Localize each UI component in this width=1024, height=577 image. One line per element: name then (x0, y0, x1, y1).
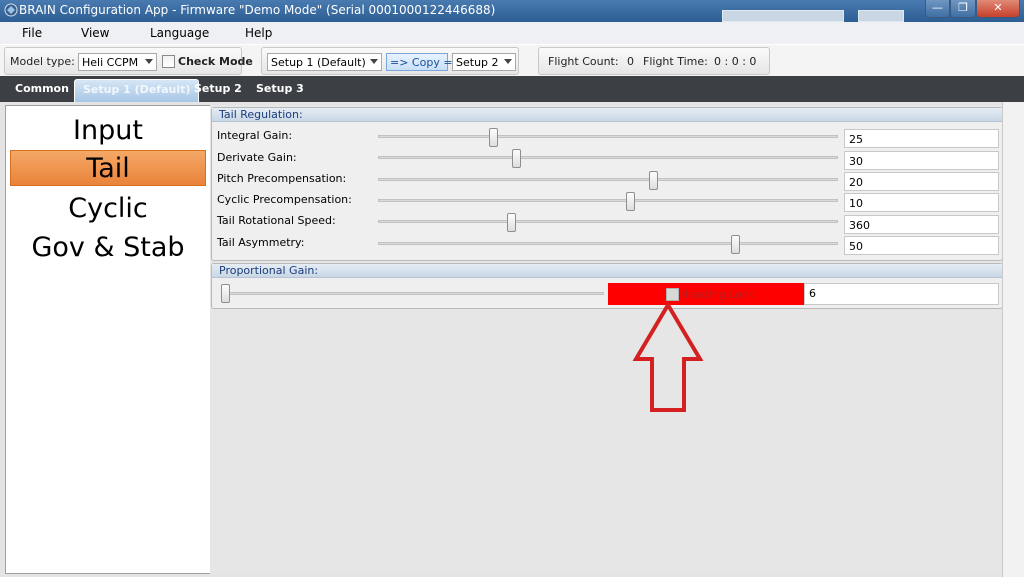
tab-setup-1[interactable]: Setup 1 (Default) (74, 79, 200, 102)
cyclic-precompensation-field[interactable]: 10 (844, 193, 999, 212)
cyclic-precompensation-label: Cyclic Precompensation: (217, 193, 352, 206)
pitch-precompensation-field[interactable]: 20 (844, 172, 999, 191)
check-mode-label: Check Mode (178, 55, 253, 68)
close-button[interactable]: ✕ (976, 0, 1020, 18)
menu-language[interactable]: Language (150, 26, 209, 40)
nav-item-tail[interactable]: Tail (10, 150, 206, 186)
tab-common[interactable]: Common (15, 82, 69, 95)
tail-asymmetry-field[interactable]: 50 (844, 236, 999, 255)
app-icon (4, 3, 18, 17)
window-title: BRAIN Configuration App - Firmware "Demo… (19, 3, 496, 17)
copy-button[interactable]: => Copy => (386, 53, 462, 71)
tail-asymmetry-slider-track (378, 242, 838, 245)
derivate-gain-slider-track (378, 156, 838, 159)
copy-group: Setup 1 (Default) => Copy => Setup 2 (261, 47, 519, 75)
tab-setup-3[interactable]: Setup 3 (256, 82, 304, 95)
nav-item-gov-stab[interactable]: Gov & Stab (10, 230, 206, 266)
setup-to-select[interactable]: Setup 2 (452, 53, 516, 71)
model-type-value: Heli CCPM (82, 56, 139, 69)
model-type-select[interactable]: Heli CCPM (78, 53, 157, 71)
settings-panel: Tail Regulation: Integral Gain: 25 Deriv… (210, 105, 1003, 574)
chevron-down-icon (145, 59, 153, 64)
cyclic-precompensation-slider[interactable] (626, 192, 635, 211)
title-bar-ghost (858, 10, 904, 22)
nav-item-input[interactable]: Input (10, 113, 206, 149)
annotation-arrow-icon (632, 302, 704, 412)
maximize-icon: ❐ (958, 1, 968, 14)
derivate-gain-field[interactable]: 30 (844, 151, 999, 170)
window-right-edge (1002, 102, 1024, 577)
derivate-gain-label: Derivate Gain: (217, 151, 297, 164)
model-group: Model type: Heli CCPM Check Mode (4, 47, 253, 75)
chevron-down-icon (370, 59, 378, 64)
toolbar: Model type: Heli CCPM Check Mode Setup 1… (0, 44, 1024, 76)
cyclic-precompensation-slider-track (378, 199, 838, 202)
proportional-gain-group: Proportional Gain: Heading Lock 6 (211, 263, 1003, 309)
tail-regulation-header: Tail Regulation: (212, 108, 1002, 122)
integral-gain-label: Integral Gain: (217, 129, 293, 142)
tail-asymmetry-slider[interactable] (731, 235, 740, 254)
close-icon: ✕ (993, 1, 1003, 14)
derivate-gain-slider[interactable] (512, 149, 521, 168)
pitch-precompensation-slider[interactable] (649, 171, 658, 190)
menu-file[interactable]: File (22, 26, 42, 40)
title-bar: BRAIN Configuration App - Firmware "Demo… (0, 0, 1024, 22)
setup-to-value: Setup 2 (456, 56, 499, 69)
maximize-button[interactable]: ❐ (950, 0, 976, 18)
proportional-gain-slider-track (224, 292, 604, 295)
flight-time-label: Flight Time: (643, 55, 708, 68)
tail-regulation-group: Tail Regulation: Integral Gain: 25 Deriv… (211, 107, 1003, 261)
integral-gain-slider[interactable] (489, 128, 498, 147)
setup-tabs: Common Setup 1 (Default) Setup 2 Setup 3 (0, 76, 1024, 102)
check-mode-checkbox[interactable] (162, 55, 175, 68)
model-type-label: Model type: (10, 55, 75, 68)
menu-bar: File View Language Help (0, 22, 1024, 44)
flight-stats-group: Flight Count: 0 Flight Time: 0 : 0 : 0 (538, 47, 770, 75)
minimize-button[interactable]: — (925, 0, 950, 18)
heading-lock-label: Heading Lock (680, 288, 755, 301)
integral-gain-field[interactable]: 25 (844, 129, 999, 148)
tail-rotational-speed-slider-track (378, 220, 838, 223)
setup-from-value: Setup 1 (Default) (271, 56, 366, 69)
menu-help[interactable]: Help (245, 26, 272, 40)
tail-asymmetry-label: Tail Asymmetry: (217, 236, 305, 249)
flight-count-label: Flight Count: (548, 55, 619, 68)
flight-count-value: 0 (627, 55, 634, 68)
left-nav: Input Tail Cyclic Gov & Stab (5, 105, 211, 574)
tail-rotational-speed-slider[interactable] (507, 213, 516, 232)
pitch-precompensation-slider-track (378, 178, 838, 181)
minimize-icon: — (932, 1, 943, 14)
tail-rotational-speed-label: Tail Rotational Speed: (217, 214, 336, 227)
setup-from-select[interactable]: Setup 1 (Default) (267, 53, 382, 71)
flight-time-value: 0 : 0 : 0 (714, 55, 757, 68)
content-area: Input Tail Cyclic Gov & Stab Tail Regula… (0, 102, 1024, 577)
proportional-gain-slider[interactable] (221, 284, 230, 303)
nav-item-cyclic[interactable]: Cyclic (10, 191, 206, 227)
chevron-down-icon (504, 59, 512, 64)
tail-rotational-speed-field[interactable]: 360 (844, 215, 999, 234)
copy-button-label: => Copy => (390, 56, 462, 69)
title-bar-ghost (722, 10, 844, 22)
proportional-gain-field[interactable]: 6 (804, 283, 999, 305)
pitch-precompensation-label: Pitch Precompensation: (217, 172, 347, 185)
integral-gain-slider-track (378, 135, 838, 138)
tab-setup-2[interactable]: Setup 2 (194, 82, 242, 95)
proportional-gain-header: Proportional Gain: (212, 264, 1002, 278)
heading-lock-checkbox[interactable] (666, 288, 679, 301)
menu-view[interactable]: View (81, 26, 109, 40)
